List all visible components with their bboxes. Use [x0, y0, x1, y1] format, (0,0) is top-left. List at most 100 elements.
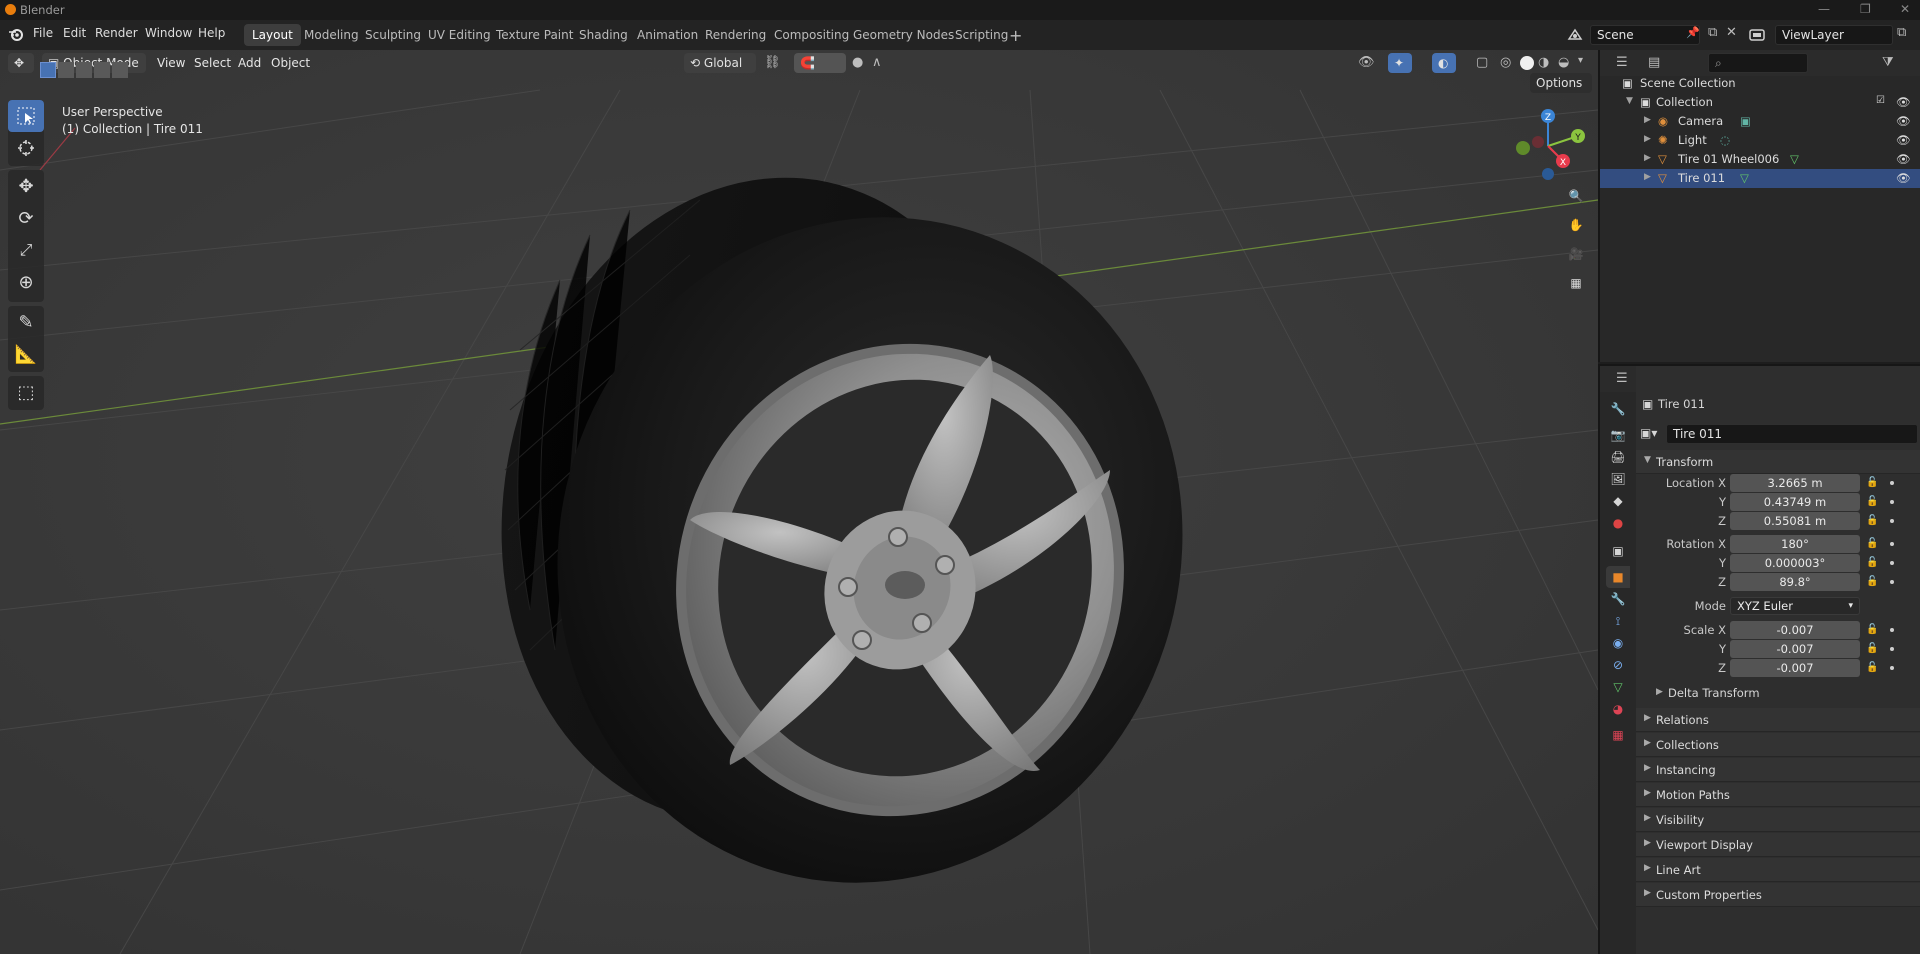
pin-icon[interactable]: 📌 — [1686, 26, 1700, 39]
keyframe-dot-icon[interactable] — [1890, 628, 1894, 632]
motion-paths-panel-header[interactable]: ▶ Motion Paths — [1636, 783, 1920, 807]
tab-shading[interactable]: Shading — [571, 24, 636, 46]
tab-world-icon[interactable]: ● — [1606, 512, 1630, 534]
tab-geometry-nodes[interactable]: Geometry Nodes — [845, 24, 962, 46]
keyframe-dot-icon[interactable] — [1890, 519, 1894, 523]
tab-material-icon[interactable]: ◕ — [1606, 698, 1630, 720]
tab-scene-icon[interactable]: ◆ — [1606, 490, 1630, 512]
select-difference-icon[interactable] — [94, 62, 110, 78]
delete-scene-icon[interactable]: ✕ — [1726, 25, 1737, 40]
scene-icon[interactable] — [1566, 26, 1584, 44]
rotate-tool[interactable]: ⟳ — [8, 202, 44, 234]
gizmo-toggle-icon[interactable]: ✦ — [1388, 53, 1412, 73]
move-tool[interactable]: ✥ — [8, 170, 44, 202]
rotation-y-field[interactable]: 0.000003° — [1730, 554, 1860, 572]
select-box-tool[interactable] — [8, 100, 44, 132]
outliner-row-tire-011[interactable]: ▶ ▽ Tire 011 ▽ 👁 — [1600, 169, 1920, 188]
menu-add[interactable]: Add — [238, 56, 261, 70]
line-art-panel-header[interactable]: ▶ Line Art — [1636, 858, 1920, 882]
camera-view-icon[interactable]: 🎥 — [1563, 241, 1589, 267]
scale-z-field[interactable]: -0.007 — [1730, 659, 1860, 677]
expand-tire-01-wheel006-icon[interactable]: ▶ — [1644, 153, 1651, 163]
lock-icon[interactable]: 🔓 — [1866, 496, 1878, 507]
menu-edit[interactable]: Edit — [63, 26, 86, 40]
outliner-editor-type-icon[interactable]: ☰ — [1616, 55, 1628, 70]
tab-layout[interactable]: Layout — [244, 24, 301, 46]
falloff-icon[interactable]: ∧ — [872, 55, 882, 70]
shading-options-icon[interactable]: ▾ — [1578, 55, 1583, 66]
tab-data-icon[interactable]: ▽ — [1606, 676, 1630, 698]
expand-tire-011-icon[interactable]: ▶ — [1644, 172, 1651, 182]
tire-011-visibility-icon[interactable]: 👁 — [1896, 171, 1911, 185]
location-z-field[interactable]: 0.55081 m — [1730, 512, 1860, 530]
collection-checkbox[interactable]: ☑ — [1876, 95, 1885, 106]
view-layer-name-field[interactable]: ViewLayer — [1775, 25, 1893, 45]
options-button[interactable]: Options — [1530, 73, 1592, 93]
lock-icon[interactable]: 🔓 — [1866, 624, 1878, 635]
tab-uv-editing[interactable]: UV Editing — [420, 24, 499, 46]
measure-tool[interactable]: 📐 — [8, 338, 44, 370]
snap-toggle-icon[interactable]: 🧲 — [794, 53, 846, 73]
tab-output-icon[interactable]: 🖨 — [1606, 446, 1630, 468]
tire-01-wheel006-visibility-icon[interactable]: 👁 — [1896, 152, 1911, 166]
menu-select[interactable]: Select — [194, 56, 231, 70]
location-y-field[interactable]: 0.43749 m — [1730, 493, 1860, 511]
lock-icon[interactable]: 🔓 — [1866, 538, 1878, 549]
lock-icon[interactable]: 🔓 — [1866, 662, 1878, 673]
collections-panel-header[interactable]: ▶ Collections — [1636, 733, 1920, 757]
tab-modifiers-icon[interactable]: 🔧 — [1606, 588, 1630, 610]
lock-icon[interactable]: 🔓 — [1866, 477, 1878, 488]
keyframe-dot-icon[interactable] — [1890, 500, 1894, 504]
tab-texture-paint[interactable]: Texture Paint — [488, 24, 581, 46]
expand-light-icon[interactable]: ▶ — [1644, 134, 1651, 144]
proportional-editing-icon[interactable]: ● — [852, 55, 863, 70]
navigation-gizmo[interactable]: Z Y X — [1508, 106, 1588, 186]
xray-toggle-icon[interactable]: ▢ — [1476, 55, 1488, 70]
tab-compositing[interactable]: Compositing — [766, 24, 857, 46]
camera-visibility-icon[interactable]: 👁 — [1896, 114, 1911, 128]
editor-type-icon[interactable]: ✥ — [8, 53, 34, 73]
tab-sculpting[interactable]: Sculpting — [357, 24, 429, 46]
tab-texture-icon[interactable]: ▦ — [1606, 724, 1630, 746]
select-new-icon[interactable] — [40, 62, 56, 78]
keyframe-dot-icon[interactable] — [1890, 481, 1894, 485]
outliner-row-tire-01-wheel006[interactable]: ▶ ▽ Tire 01 Wheel006 ▽ 👁 — [1600, 150, 1920, 169]
annotate-tool[interactable]: ✎ — [8, 306, 44, 338]
relations-panel-header[interactable]: ▶ Relations — [1636, 708, 1920, 732]
transform-tool[interactable]: ⊕ — [8, 266, 44, 298]
tab-particles-icon[interactable]: ⟟ — [1606, 610, 1630, 632]
visibility-panel-header[interactable]: ▶ Visibility — [1636, 808, 1920, 832]
outliner-row-light[interactable]: ▶ ✺ Light ◌ 👁 — [1600, 131, 1920, 150]
menu-help[interactable]: Help — [198, 26, 225, 40]
tab-object-icon[interactable]: ■ — [1606, 566, 1630, 588]
tab-scripting[interactable]: Scripting — [947, 24, 1016, 46]
scale-x-field[interactable]: -0.007 — [1730, 621, 1860, 639]
add-workspace-icon[interactable]: + — [1009, 26, 1022, 45]
keyframe-dot-icon[interactable] — [1890, 561, 1894, 565]
select-extend-icon[interactable] — [58, 62, 74, 78]
lock-icon[interactable]: 🔓 — [1866, 643, 1878, 654]
keyframe-dot-icon[interactable] — [1890, 542, 1894, 546]
delta-transform-subpanel[interactable]: ▶ Delta Transform — [1650, 684, 1912, 704]
new-view-layer-icon[interactable]: ⧉ — [1897, 25, 1906, 40]
location-x-field[interactable]: 3.2665 m — [1730, 474, 1860, 492]
rendered-shading-icon[interactable]: ◒ — [1558, 55, 1569, 70]
menu-file[interactable]: File — [33, 26, 53, 40]
tab-physics-icon[interactable]: ◉ — [1606, 632, 1630, 654]
material-shading-icon[interactable]: ◑ — [1538, 55, 1549, 70]
object-datablock-icon[interactable]: ▣▾ — [1640, 426, 1657, 440]
lock-icon[interactable]: 🔓 — [1866, 576, 1878, 587]
perspective-toggle-icon[interactable]: ▦ — [1563, 270, 1589, 296]
new-scene-icon[interactable]: ⧉ — [1708, 25, 1717, 40]
expand-camera-icon[interactable]: ▶ — [1644, 115, 1651, 125]
pan-hand-icon[interactable]: ✋ — [1563, 212, 1589, 238]
solid-shading-icon[interactable] — [1520, 56, 1534, 70]
wireframe-shading-icon[interactable]: ◎ — [1500, 55, 1511, 70]
keyframe-dot-icon[interactable] — [1890, 666, 1894, 670]
filter-icon[interactable]: ⧩ — [1882, 55, 1894, 70]
tab-constraints-icon[interactable]: ⊘ — [1606, 654, 1630, 676]
select-subtract-icon[interactable] — [76, 62, 92, 78]
visibility-icon[interactable]: 👁 — [1358, 55, 1375, 70]
tab-modeling[interactable]: Modeling — [296, 24, 367, 46]
transform-panel-header[interactable]: ▼ Transform — [1636, 450, 1920, 474]
